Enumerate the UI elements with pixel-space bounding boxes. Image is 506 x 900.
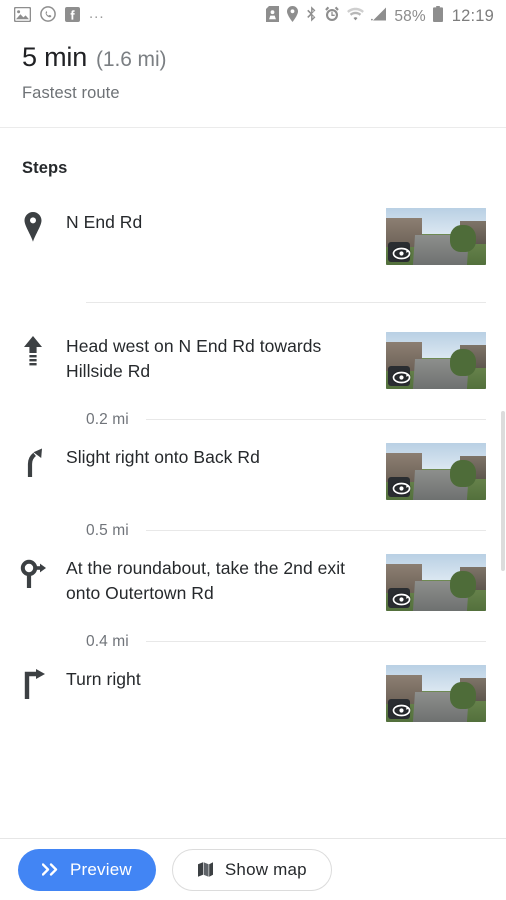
step-instruction: At the roundabout, take the 2nd exit ont…	[66, 558, 346, 603]
street-view-thumbnail[interactable]	[386, 443, 486, 500]
street-view-thumbnail[interactable]	[386, 332, 486, 389]
signal-icon	[371, 7, 387, 26]
preview-button[interactable]: Preview	[18, 848, 156, 891]
preview-button-label: Preview	[70, 859, 132, 879]
steps-section-title: Steps	[22, 159, 68, 177]
route-steps-screen: ... 58% 12:19 5 min (1.6 mi) Fastest rou…	[0, 0, 506, 900]
street-view-badge	[391, 703, 411, 717]
wifi-icon	[347, 7, 365, 26]
alarm-icon	[324, 6, 340, 27]
street-view-thumbnail[interactable]	[386, 554, 486, 611]
roundabout-icon	[0, 554, 66, 588]
facebook-icon	[65, 6, 80, 27]
location-icon	[286, 6, 299, 27]
step-distance-row-3: 0.5 mi	[0, 507, 506, 554]
step-divider-1	[86, 302, 486, 303]
step-divider-2	[145, 419, 486, 420]
photo-icon	[13, 6, 32, 27]
show-map-button-label: Show map	[224, 859, 307, 879]
street-view-badge	[391, 370, 411, 384]
show-map-button[interactable]: Show map	[171, 848, 332, 891]
step-instruction: Head west on N End Rd towards Hillside R…	[66, 336, 322, 381]
sd-card-icon	[266, 6, 280, 27]
whatsapp-icon	[40, 6, 56, 27]
street-view-thumbnail[interactable]	[386, 665, 486, 722]
clock-time: 12:19	[451, 7, 494, 25]
eta-line: 5 min (1.6 mi)	[22, 42, 484, 73]
step-divider-4	[145, 641, 486, 642]
street-view-thumbnail[interactable]	[386, 208, 486, 265]
map-icon	[197, 861, 214, 878]
step-distance-row-2: 0.2 mi	[0, 396, 506, 443]
street-view-badge	[391, 246, 411, 260]
straight-arrow-icon	[0, 332, 66, 366]
step-row-1[interactable]: N End Rd	[0, 208, 506, 272]
bluetooth-icon	[306, 6, 317, 27]
street-view-badge	[391, 481, 411, 495]
map-pin-icon	[0, 208, 66, 242]
step-row-4[interactable]: At the roundabout, take the 2nd exit ont…	[0, 554, 506, 618]
double-chevron-right-icon	[42, 863, 59, 876]
step-distance: 0.5 mi	[86, 521, 129, 539]
status-bar-notifications: ...	[13, 5, 105, 27]
turn-right-arrow-icon	[0, 665, 66, 699]
route-duration: 5 min	[22, 42, 88, 72]
route-distance: (1.6 mi)	[96, 48, 167, 71]
vertical-scrollbar[interactable]	[501, 411, 505, 571]
status-bar-system-icons: 58% 12:19	[266, 6, 494, 27]
route-type-label: Fastest route	[22, 84, 120, 102]
step-row-5[interactable]: Turn right	[0, 665, 506, 729]
steps-scroll-area[interactable]: N End Rd Head west on N End Rd towards H…	[0, 208, 506, 729]
step-row-3[interactable]: Slight right onto Back Rd	[0, 443, 506, 507]
status-overflow-dots: ...	[89, 5, 105, 22]
step-divider-3	[145, 530, 486, 531]
slight-right-arrow-icon	[0, 443, 66, 477]
status-bar: ... 58% 12:19	[0, 0, 506, 33]
route-header: 5 min (1.6 mi) Fastest route	[0, 33, 506, 103]
step-instruction: Slight right onto Back Rd	[66, 447, 260, 467]
battery-percentage: 58%	[394, 7, 426, 25]
step-distance: 0.4 mi	[86, 632, 129, 650]
step-distance: 0.2 mi	[86, 410, 129, 428]
step-distance-row-4: 0.4 mi	[0, 618, 506, 665]
battery-icon	[432, 6, 443, 27]
step-instruction: N End Rd	[66, 212, 143, 232]
bottom-action-bar: Preview Show map	[0, 838, 506, 900]
street-view-badge	[391, 592, 411, 606]
step-row-2[interactable]: Head west on N End Rd towards Hillside R…	[0, 332, 506, 396]
step-instruction: Turn right	[66, 669, 141, 689]
